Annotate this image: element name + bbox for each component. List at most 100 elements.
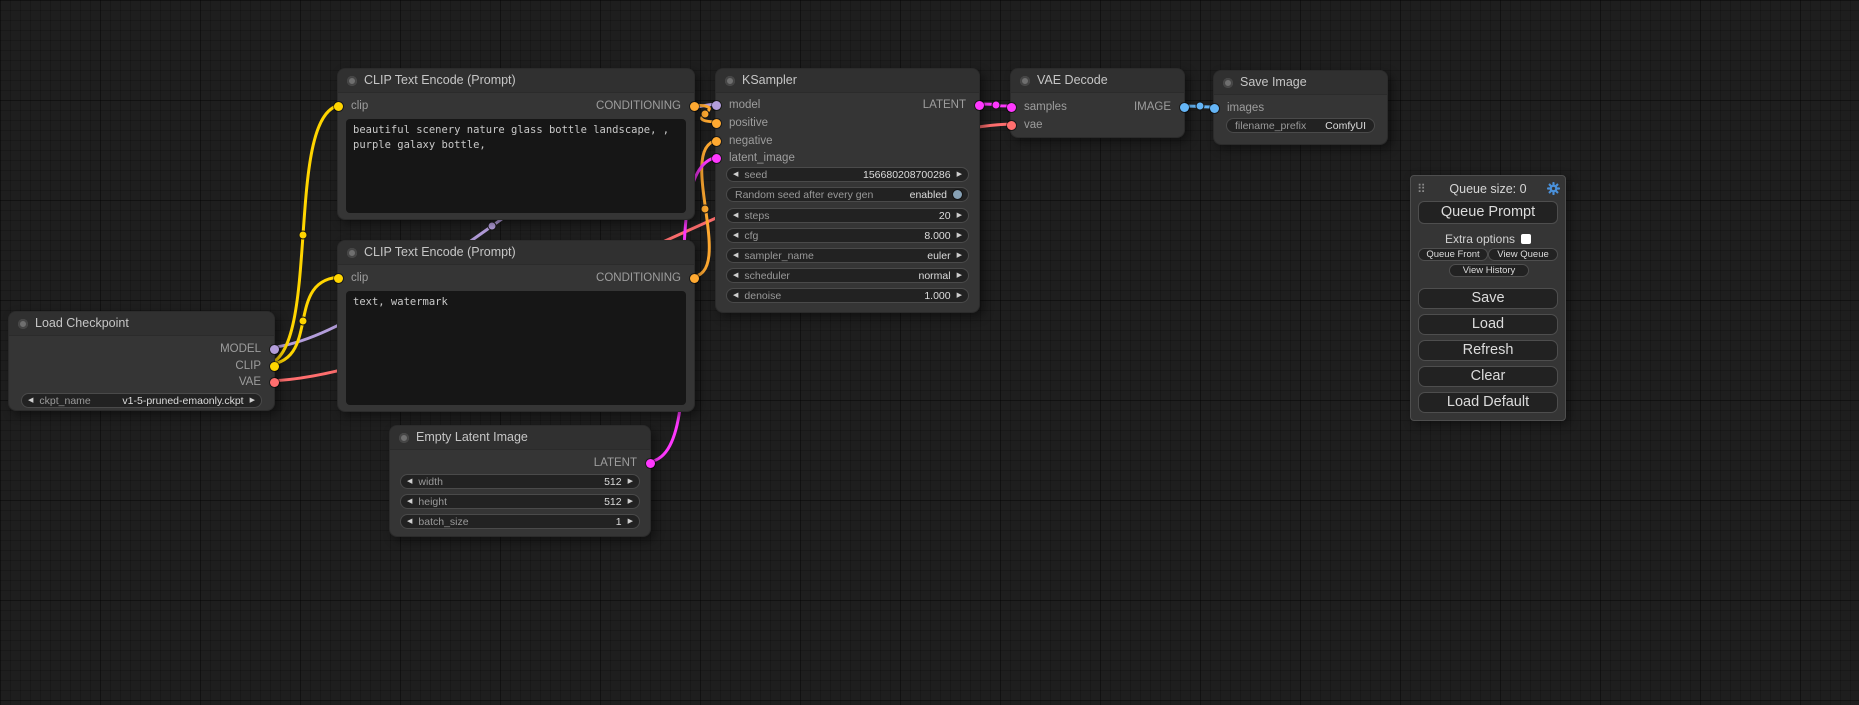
slot-dot-image[interactable] bbox=[1210, 104, 1219, 113]
slot-dot-model[interactable] bbox=[270, 345, 279, 354]
node-load-checkpoint[interactable]: Load Checkpoint MODEL CLIP VAE ◀ ckpt_na… bbox=[8, 311, 275, 411]
widget-batch-size[interactable]: ◀ batch_size 1 ▶ bbox=[400, 514, 640, 529]
widget-sampler-name[interactable]: ◀ sampler_name euler ▶ bbox=[726, 248, 969, 263]
node-title-bar[interactable]: VAE Decode bbox=[1011, 69, 1184, 93]
load-default-button[interactable]: Load Default bbox=[1418, 392, 1558, 413]
node-title-bar[interactable]: CLIP Text Encode (Prompt) bbox=[338, 69, 694, 93]
collapse-dot[interactable] bbox=[347, 248, 357, 258]
increment-arrow-icon[interactable]: ▶ bbox=[628, 518, 633, 525]
slot-label: CLIP bbox=[235, 360, 261, 372]
collapse-dot[interactable] bbox=[399, 433, 409, 443]
slot-dot-vae[interactable] bbox=[270, 378, 279, 387]
queue-front-button[interactable]: Queue Front bbox=[1418, 248, 1488, 261]
slot-label: IMAGE bbox=[1134, 101, 1171, 113]
increment-arrow-icon[interactable]: ▶ bbox=[957, 171, 962, 178]
node-title-bar[interactable]: Empty Latent Image bbox=[390, 426, 650, 450]
wire-midpoint-dot[interactable] bbox=[1196, 102, 1204, 110]
increment-arrow-icon[interactable]: ▶ bbox=[957, 252, 962, 259]
extra-options-checkbox[interactable] bbox=[1521, 234, 1531, 244]
output-slot-latent: LATENT bbox=[390, 455, 650, 471]
clear-button[interactable]: Clear bbox=[1418, 366, 1558, 387]
decrement-arrow-icon[interactable]: ◀ bbox=[733, 292, 738, 299]
collapse-dot[interactable] bbox=[18, 319, 28, 329]
slot-dot-latent[interactable] bbox=[646, 459, 655, 468]
wire-midpoint-dot[interactable] bbox=[701, 205, 709, 213]
slot-dot-latent[interactable] bbox=[712, 154, 721, 163]
widget-width[interactable]: ◀ width 512 ▶ bbox=[400, 474, 640, 489]
collapse-dot[interactable] bbox=[1223, 78, 1233, 88]
node-empty-latent-image[interactable]: Empty Latent Image LATENT ◀ width 512 ▶ … bbox=[389, 425, 651, 537]
output-slot-vae: VAE bbox=[9, 374, 274, 390]
slot-dot-conditioning[interactable] bbox=[712, 137, 721, 146]
widget-seed[interactable]: ◀ seed 156680208700286 ▶ bbox=[726, 167, 969, 182]
increment-arrow-icon[interactable]: ▶ bbox=[957, 232, 962, 239]
node-title-bar[interactable]: Save Image bbox=[1214, 71, 1387, 95]
widget-value: 1 bbox=[616, 516, 622, 528]
slot-label: positive bbox=[729, 117, 768, 129]
increment-arrow-icon[interactable]: ▶ bbox=[957, 272, 962, 279]
slot-dot-conditioning[interactable] bbox=[690, 102, 699, 111]
node-clip-text-encode-negative[interactable]: CLIP Text Encode (Prompt) clip CONDITION… bbox=[337, 240, 695, 412]
decrement-arrow-icon[interactable]: ◀ bbox=[733, 272, 738, 279]
decrement-arrow-icon[interactable]: ◀ bbox=[733, 252, 738, 259]
increment-arrow-icon[interactable]: ▶ bbox=[628, 498, 633, 505]
load-button[interactable]: Load bbox=[1418, 314, 1558, 335]
slot-dot-conditioning[interactable] bbox=[712, 119, 721, 128]
widget-label: filename_prefix bbox=[1235, 120, 1306, 132]
widget-steps[interactable]: ◀ steps 20 ▶ bbox=[726, 208, 969, 223]
widget-filename-prefix[interactable]: filename_prefix ComfyUI bbox=[1226, 118, 1375, 133]
drag-handle-icon[interactable]: ⠿ bbox=[1417, 182, 1426, 196]
widget-ckpt-name[interactable]: ◀ ckpt_name v1-5-pruned-emaonly.ckpt ▶ bbox=[21, 393, 262, 408]
wire-midpoint-dot[interactable] bbox=[299, 231, 307, 239]
widget-random-seed-toggle[interactable]: Random seed after every gen enabled bbox=[726, 187, 969, 202]
collapse-dot[interactable] bbox=[347, 76, 357, 86]
decrement-arrow-icon[interactable]: ◀ bbox=[407, 478, 412, 485]
decrement-arrow-icon[interactable]: ◀ bbox=[407, 518, 412, 525]
decrement-arrow-icon[interactable]: ◀ bbox=[733, 232, 738, 239]
widget-cfg[interactable]: ◀ cfg 8.000 ▶ bbox=[726, 228, 969, 243]
slot-dot-latent[interactable] bbox=[975, 101, 984, 110]
toggle-dot[interactable] bbox=[953, 190, 962, 199]
slot-dot-clip[interactable] bbox=[270, 362, 279, 371]
wire-midpoint-dot[interactable] bbox=[992, 101, 1000, 109]
view-queue-button[interactable]: View Queue bbox=[1488, 248, 1558, 261]
widget-denoise[interactable]: ◀ denoise 1.000 ▶ bbox=[726, 288, 969, 303]
slot-dot-image[interactable] bbox=[1180, 103, 1189, 112]
increment-arrow-icon[interactable]: ▶ bbox=[957, 212, 962, 219]
decrement-arrow-icon[interactable]: ◀ bbox=[733, 171, 738, 178]
view-history-button[interactable]: View History bbox=[1449, 264, 1529, 277]
increment-arrow-icon[interactable]: ▶ bbox=[628, 478, 633, 485]
refresh-button[interactable]: Refresh bbox=[1418, 340, 1558, 361]
decrement-arrow-icon[interactable]: ◀ bbox=[407, 498, 412, 505]
collapse-dot[interactable] bbox=[1020, 76, 1030, 86]
node-vae-decode[interactable]: VAE Decode samples IMAGE vae bbox=[1010, 68, 1185, 138]
decrement-arrow-icon[interactable]: ◀ bbox=[733, 212, 738, 219]
widget-scheduler[interactable]: ◀ scheduler normal ▶ bbox=[726, 268, 969, 283]
increment-arrow-icon[interactable]: ▶ bbox=[250, 397, 255, 404]
output-slot-latent: LATENT bbox=[716, 97, 979, 113]
widget-label: ckpt_name bbox=[39, 395, 90, 407]
slot-dot-conditioning[interactable] bbox=[690, 274, 699, 283]
wire-midpoint-dot[interactable] bbox=[701, 110, 709, 118]
prompt-text-area[interactable]: beautiful scenery nature glass bottle la… bbox=[346, 119, 686, 213]
node-title-bar[interactable]: KSampler bbox=[716, 69, 979, 93]
node-save-image[interactable]: Save Image images filename_prefix ComfyU… bbox=[1213, 70, 1388, 145]
widget-height[interactable]: ◀ height 512 ▶ bbox=[400, 494, 640, 509]
increment-arrow-icon[interactable]: ▶ bbox=[957, 292, 962, 299]
comfyui-canvas[interactable]: { "colors": { "model": "#B39DDB", "clip"… bbox=[0, 0, 1859, 705]
widget-value: 512 bbox=[604, 496, 622, 508]
node-title-bar[interactable]: CLIP Text Encode (Prompt) bbox=[338, 241, 694, 265]
node-title-bar[interactable]: Load Checkpoint bbox=[9, 312, 274, 336]
settings-gear-icon[interactable] bbox=[1547, 182, 1560, 195]
queue-prompt-button[interactable]: Queue Prompt bbox=[1418, 201, 1558, 224]
decrement-arrow-icon[interactable]: ◀ bbox=[28, 397, 33, 404]
save-button[interactable]: Save bbox=[1418, 288, 1558, 309]
wire-midpoint-dot[interactable] bbox=[488, 222, 496, 230]
prompt-text-area[interactable]: text, watermark bbox=[346, 291, 686, 405]
collapse-dot[interactable] bbox=[725, 76, 735, 86]
widget-value: 1.000 bbox=[924, 290, 950, 302]
node-ksampler[interactable]: KSampler model LATENT positive negative … bbox=[715, 68, 980, 313]
slot-dot-vae[interactable] bbox=[1007, 121, 1016, 130]
node-clip-text-encode-positive[interactable]: CLIP Text Encode (Prompt) clip CONDITION… bbox=[337, 68, 695, 220]
wire-midpoint-dot[interactable] bbox=[299, 317, 307, 325]
